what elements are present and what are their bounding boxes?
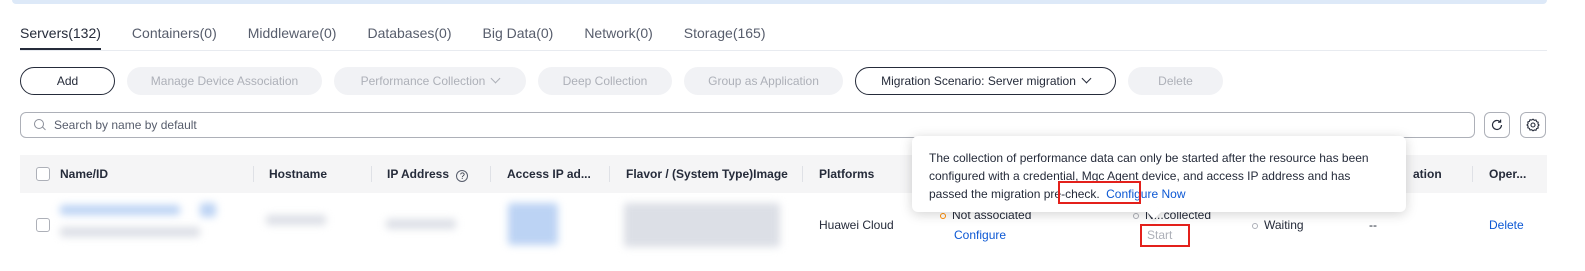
server-name-link[interactable] (60, 205, 180, 215)
gear-icon (1526, 118, 1540, 132)
status-dot-icon (1133, 213, 1139, 219)
action-toolbar: Add Manage Device Association Performanc… (20, 67, 1235, 95)
column-divider (802, 166, 803, 182)
performance-collection-label: Performance Collection (360, 74, 486, 88)
migration-value: -- (1369, 218, 1377, 232)
access-ip-value[interactable] (508, 203, 558, 245)
configure-link[interactable]: Configure (954, 228, 1006, 242)
column-platforms: Platforms (819, 167, 875, 181)
performance-collection-dropdown[interactable]: Performance Collection (334, 67, 526, 95)
platform-value: Huawei Cloud (819, 218, 894, 232)
column-name-id: Name/ID (60, 167, 109, 181)
column-divider (490, 166, 491, 182)
deep-collection-button[interactable]: Deep Collection (538, 67, 672, 95)
column-migration: ation (1413, 167, 1442, 181)
copy-icon[interactable] (200, 203, 216, 217)
manage-device-association-button[interactable]: Manage Device Association (127, 67, 322, 95)
migration-status: Waiting (1252, 218, 1304, 232)
highlight-configure-now (1058, 181, 1141, 204)
delete-button[interactable]: Delete (1128, 67, 1223, 95)
chevron-down-icon (490, 73, 501, 84)
migration-status-label: Waiting (1264, 218, 1304, 232)
help-icon[interactable]: ? (456, 170, 469, 182)
delete-link[interactable]: Delete (1489, 218, 1524, 232)
ip-address-value (386, 219, 456, 229)
tab-network[interactable]: Network(0) (584, 24, 652, 50)
column-access-ip: Access IP ad... (507, 167, 591, 181)
column-divider (371, 166, 372, 182)
refresh-button[interactable] (1484, 112, 1510, 138)
column-operation: Oper... (1489, 167, 1527, 181)
search-icon (34, 119, 46, 131)
tab-storage[interactable]: Storage(165) (684, 24, 766, 50)
tabs-divider (20, 50, 1547, 51)
settings-button[interactable] (1520, 112, 1546, 138)
search-box (20, 112, 1475, 138)
status-dot-icon (940, 213, 946, 219)
migration-scenario-dropdown[interactable]: Migration Scenario: Server migration (855, 67, 1116, 95)
tab-middleware[interactable]: Middleware(0) (248, 24, 337, 50)
column-divider (1472, 166, 1473, 182)
column-ip-address: IP Address ? (387, 155, 469, 193)
add-button[interactable]: Add (20, 67, 115, 95)
search-input[interactable] (54, 118, 1454, 132)
select-all-checkbox[interactable] (36, 167, 50, 181)
flavor-value (624, 203, 780, 247)
tab-containers[interactable]: Containers(0) (132, 24, 217, 50)
status-dot-icon (1252, 223, 1258, 229)
row-checkbox[interactable] (36, 218, 50, 232)
column-divider (253, 166, 254, 182)
hostname-value (266, 215, 326, 225)
refresh-icon (1491, 119, 1503, 131)
info-banner (12, 0, 1547, 4)
group-as-application-button[interactable]: Group as Application (684, 67, 843, 95)
column-flavor: Flavor / (System Type)Image (626, 167, 788, 181)
column-ip-address-label: IP Address (387, 167, 450, 181)
column-hostname: Hostname (269, 167, 328, 181)
column-divider (609, 166, 610, 182)
tab-servers[interactable]: Servers(132) (20, 24, 101, 50)
highlight-start (1140, 224, 1190, 247)
chevron-down-icon (1081, 73, 1092, 84)
performance-collection-tooltip: The collection of performance data can o… (912, 136, 1406, 220)
migration-scenario-label: Migration Scenario: Server migration (881, 74, 1076, 88)
resource-tabs: Servers(132) Containers(0) Middleware(0)… (20, 24, 797, 50)
tab-big-data[interactable]: Big Data(0) (483, 24, 554, 50)
server-id (60, 227, 200, 237)
tab-databases[interactable]: Databases(0) (367, 24, 451, 50)
